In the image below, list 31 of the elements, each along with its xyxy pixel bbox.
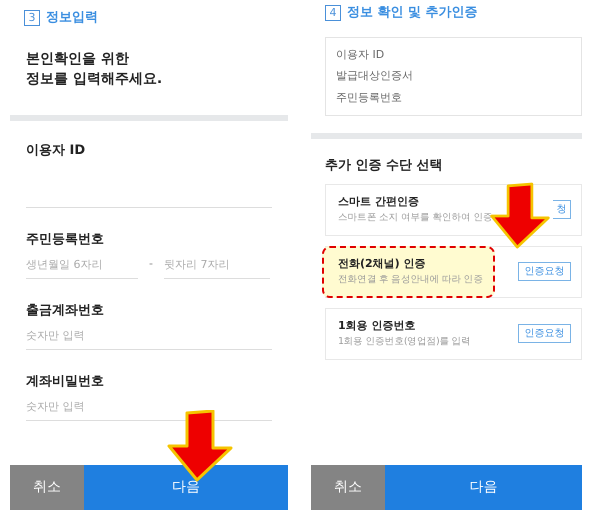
field-label: 출금계좌번호 [26, 302, 105, 320]
field-label: 이용자 ID [26, 142, 86, 160]
method-name: 스마트 간편인증 [338, 194, 420, 210]
cancel-button[interactable]: 취소 [10, 465, 84, 510]
info-item: 이용자 ID [336, 46, 386, 62]
method-description: 1회용 인증번호(영업점)를 입력 [338, 334, 471, 349]
next-button[interactable]: 다음 [84, 465, 288, 510]
cancel-button[interactable]: 취소 [311, 465, 385, 510]
request-button[interactable]: 인증요청 [518, 262, 571, 281]
page-heading: 본인확인을 위한 정보를 입력해주세요. [25, 50, 164, 88]
step-number: 4 [325, 4, 341, 21]
next-button[interactable]: 다음 [385, 465, 582, 510]
method-description: 스마트폰 소지 여부를 확인하여 인증 [338, 210, 492, 225]
request-button[interactable]: 인증요청 [518, 324, 571, 343]
arrow-icon [165, 410, 235, 482]
field-label: 계좌비밀번호 [26, 372, 105, 390]
separator-text: - [148, 256, 154, 272]
method-description: 전화연결 후 음성안내에 따라 인증 [338, 272, 483, 287]
input-field[interactable]: 숫자만 입력 [26, 324, 272, 350]
info-item: 주민등록번호 [336, 90, 403, 106]
method-name: 전화(2채널) 인증 [338, 256, 427, 272]
input-field[interactable]: 생년월일 6자리 [26, 253, 138, 278]
section-title: 추가 인증 수단 선택 [324, 157, 444, 175]
info-item: 발급대상인증서 [336, 68, 414, 84]
field-label: 주민등록번호 [26, 230, 105, 248]
input-field[interactable]: 뒷자리 7자리 [164, 253, 270, 278]
method-name: 1회용 인증번호 [338, 318, 416, 334]
step-title: 정보입력 [46, 9, 98, 27]
step-title: 정보 확인 및 추가인증 [347, 4, 478, 22]
request-button[interactable]: 청 [553, 200, 571, 219]
step-number: 3 [24, 10, 40, 26]
